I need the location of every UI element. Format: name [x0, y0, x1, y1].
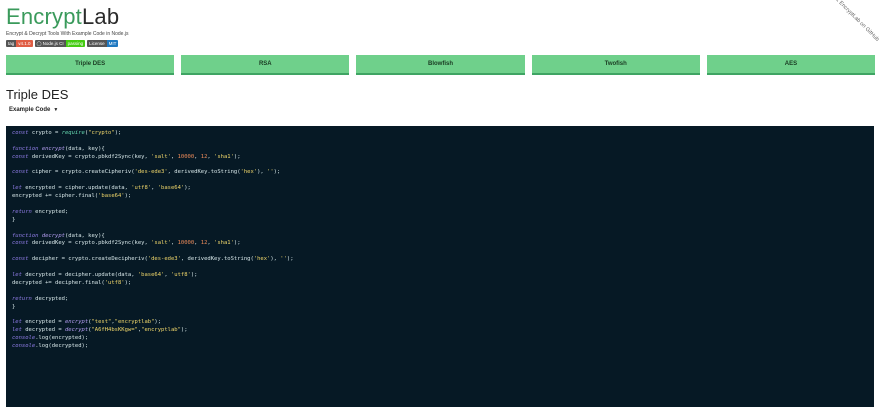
code-line: decrypted += decipher.final('utf8'); — [12, 279, 132, 286]
code-line: ​ — [12, 162, 868, 170]
code-line: ​ — [12, 177, 868, 185]
dropdown-label: Example Code — [9, 107, 51, 113]
code-line: const decipher = crypto.createDecipheriv… — [12, 256, 294, 263]
badge-label: ◯Node.js CI — [34, 40, 66, 47]
code-line: console.log(decrypted); — [12, 343, 89, 350]
ci-badge[interactable]: ◯Node.js CI passing — [34, 40, 86, 47]
brand-part2: Lab — [81, 4, 120, 29]
code-block: const crypto = require("crypto");​functi… — [6, 126, 874, 407]
badge-label: tag — [6, 40, 17, 47]
code-line: encrypted += cipher.final('base64'); — [12, 193, 132, 200]
code-line: ​ — [12, 225, 868, 233]
nav-triple-des-button[interactable]: Triple DES — [6, 55, 175, 75]
brand-logo: EncryptLab — [6, 4, 119, 30]
nav-aes-button[interactable]: AES — [706, 55, 876, 75]
algorithm-nav: Triple DES RSA Blowfish Twofish AES — [6, 55, 876, 75]
code-line: } — [12, 216, 16, 223]
code-line: ​ — [12, 288, 868, 296]
code-line: ​ — [12, 201, 868, 209]
code-line: ​ — [12, 311, 868, 319]
code-line: let encrypted = cipher.update(data, 'utf… — [12, 185, 191, 192]
badge-value: passing — [65, 40, 86, 47]
code-line: const cipher = crypto.createCipheriv('de… — [12, 169, 281, 176]
badge-value: v4.1.0 — [16, 40, 33, 47]
nav-twofish-button[interactable]: Twofish — [531, 55, 700, 75]
code-line: function decrypt(data, key){ — [12, 232, 105, 239]
caret-down-icon: ▼ — [53, 107, 59, 113]
code-line: ​ — [12, 138, 868, 146]
code-line: let encrypted = encrypt("test","encryptl… — [12, 319, 162, 326]
code-line: let decrypted = decipher.update(data, 'b… — [12, 272, 198, 279]
code-line: } — [12, 303, 16, 310]
badge-label: License — [87, 40, 107, 47]
badge-value: MIT — [106, 40, 119, 47]
badge-row: tag v4.1.0 ◯Node.js CI passing License M… — [6, 40, 119, 47]
nav-rsa-button[interactable]: RSA — [181, 55, 350, 75]
badge-label-text: Node.js CI — [42, 41, 64, 46]
code-line: return decrypted; — [12, 295, 69, 302]
code-line: const crypto = require("crypto"); — [12, 130, 122, 136]
code-line: const derivedKey = crypto.pbkdf2Sync(key… — [12, 240, 241, 247]
fork-github-ribbon[interactable]: Fork EncryptLab on GitHub — [829, 0, 880, 43]
nav-blowfish-button[interactable]: Blowfish — [356, 55, 525, 75]
example-code-dropdown[interactable]: Example Code ▼ — [9, 107, 58, 113]
page-title: Triple DES — [6, 87, 69, 102]
code-line: const derivedKey = crypto.pbkdf2Sync(key… — [12, 153, 241, 160]
code-line: return encrypted; — [12, 208, 69, 215]
code-line: function encrypt(data, key){ — [12, 145, 105, 152]
tag-badge[interactable]: tag v4.1.0 — [6, 40, 33, 47]
brand-part1: Encrypt — [6, 4, 82, 29]
code-line: let decrypted = decrypt("A6fH4bsKKgw=","… — [12, 327, 188, 334]
tagline: Encrypt & Decrypt Tools With Example Cod… — [6, 31, 129, 37]
code-line: ​ — [12, 248, 868, 256]
code-line: ​ — [12, 264, 868, 272]
code-line: console.log(encrypted); — [12, 335, 89, 342]
license-badge[interactable]: License MIT — [87, 40, 119, 47]
